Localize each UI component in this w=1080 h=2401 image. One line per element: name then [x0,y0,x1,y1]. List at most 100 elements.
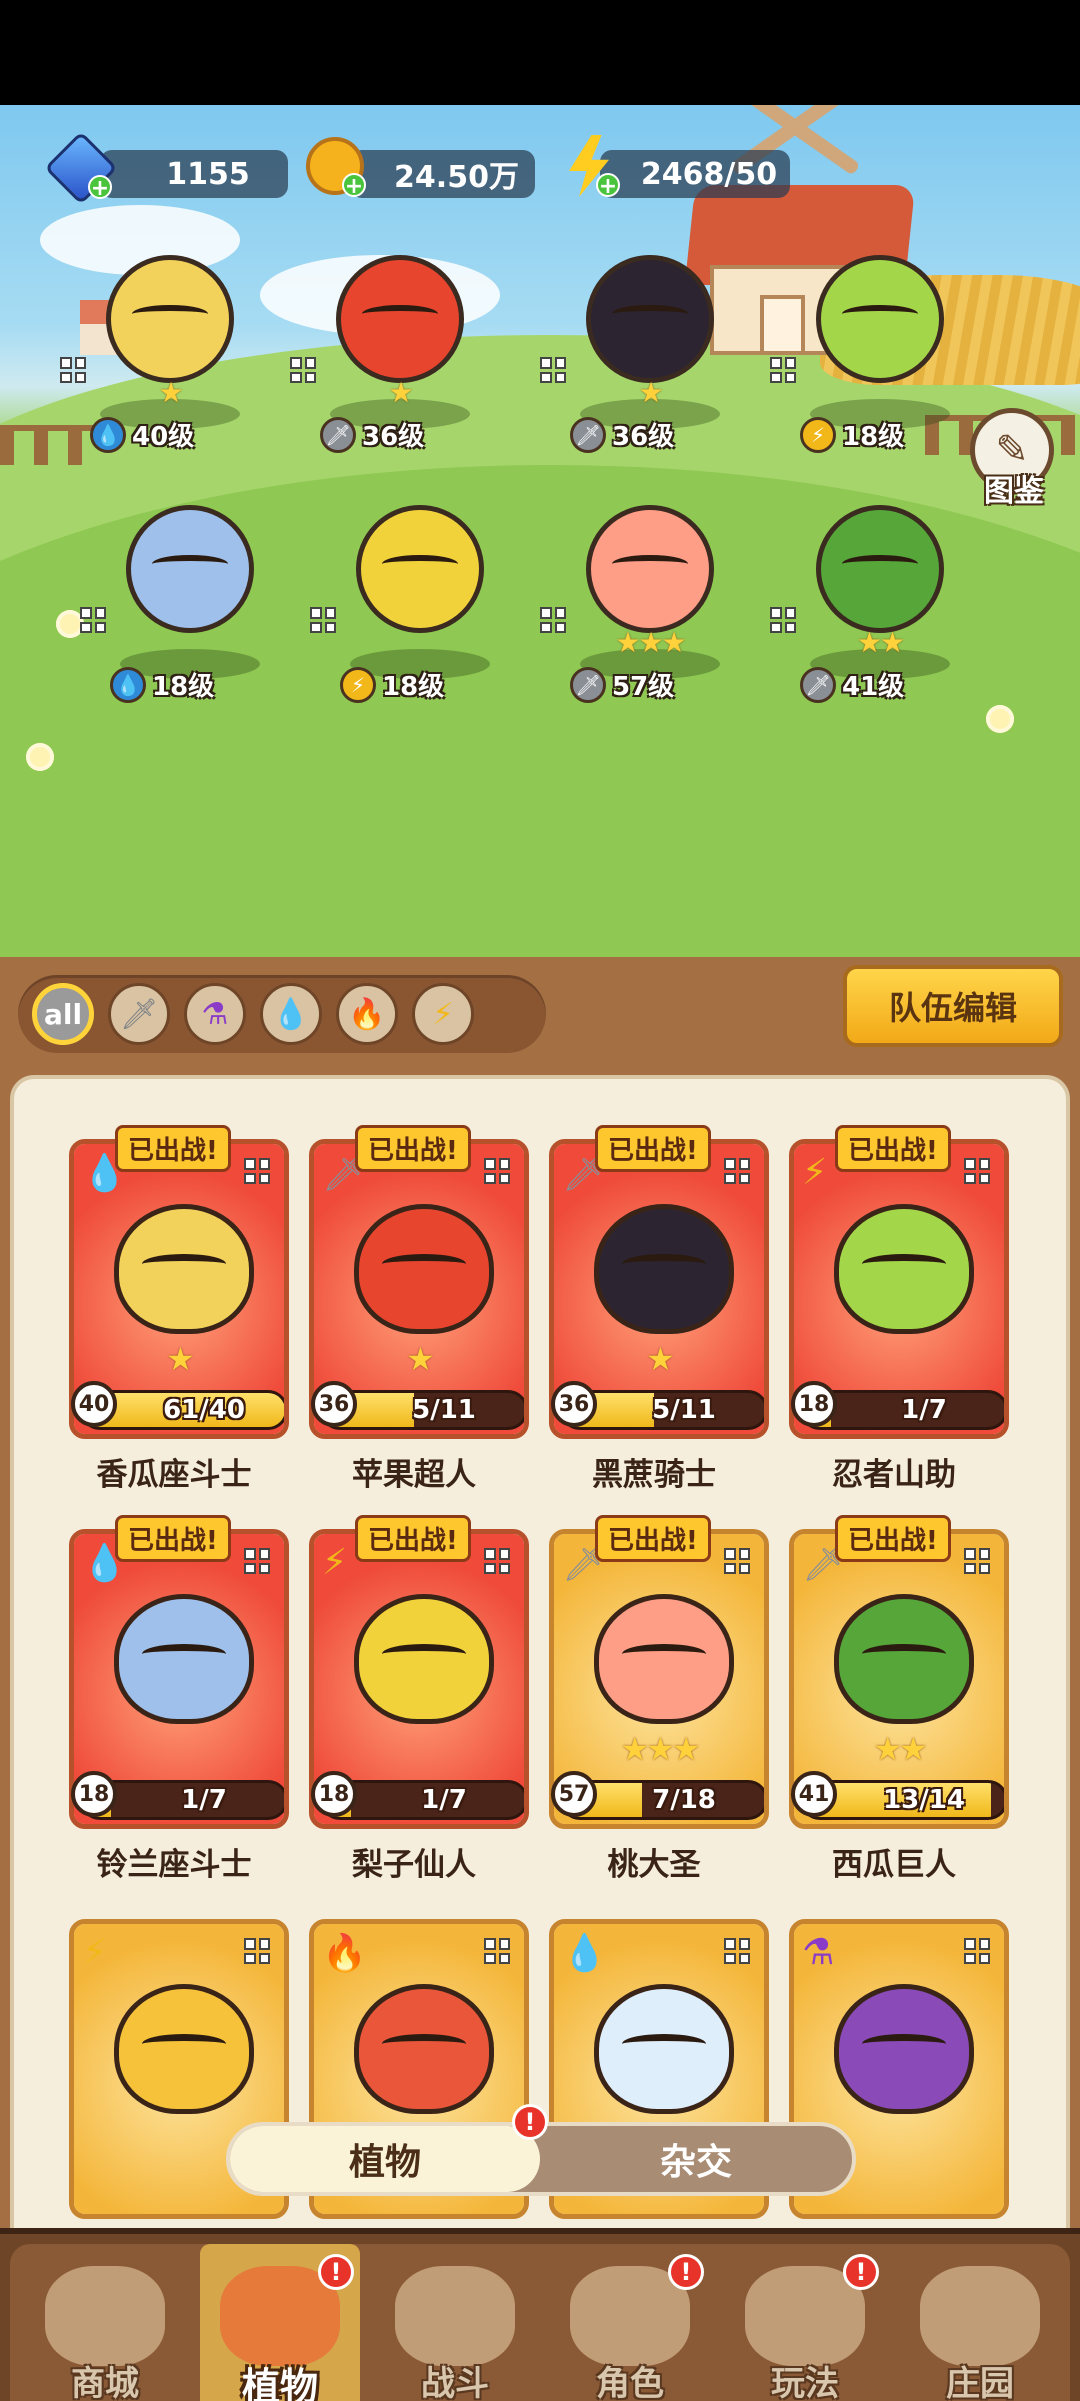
codex-label: 图鉴 [984,474,1044,509]
flower [986,705,1014,733]
star-rating: ★★★ [615,626,686,659]
grid-icon [242,1156,272,1186]
gems-counter[interactable]: 1155 [100,150,288,198]
add-coins-button[interactable]: + [302,133,368,199]
deployed-badge: 已出战! [355,1515,471,1562]
grid-icon [482,1936,512,1966]
codex-button[interactable]: ✎ 图鉴 [970,408,1060,512]
grid-icon [242,1936,272,1966]
grid-icon [242,1546,272,1576]
coins-counter[interactable]: 24.50万 [350,150,535,198]
filter-fire[interactable]: 🔥 [336,983,398,1045]
water-drop-icon: 💧 [272,996,310,1032]
nav-label: 庄园 [946,2364,1014,2401]
plant-card-grid: ★ 💧 61/40 40 已出战! 香瓜座斗士 ★ 🗡 5/11 36 已出战! 苹果超人 ★ 🗡 5/11… [10,1075,1070,2242]
lightning-icon: ⚡ [432,996,454,1032]
lineup-unit[interactable]: ★★★ 🗡 57级 [540,485,750,703]
plant-card[interactable]: ★ 🗡 5/11 36 已出战! [549,1125,769,1439]
nav-character[interactable]: 角色! [550,2244,710,2401]
deployed-badge: 已出战! [835,1125,951,1172]
lightning-icon: ⚡ [802,1152,828,1193]
exp-text: 61/40 [163,1395,245,1425]
manor-icon [920,2266,1040,2366]
flower [26,743,54,771]
filter-lightning[interactable]: ⚡ [412,983,474,1045]
grid-icon [308,605,338,635]
star-rating: ★ [166,1340,195,1378]
plant-name: 香瓜座斗士 [96,1457,252,1493]
nav-plants[interactable]: 植物! [200,2244,360,2401]
plant-card[interactable]: ⚡ 1/7 18 已出战! [309,1515,529,1829]
star-rating: ★ [158,376,183,409]
plus-icon: + [342,173,366,199]
lineup-unit[interactable]: ★ 🗡 36级 [540,235,750,453]
filter-water[interactable]: 💧 [260,983,322,1045]
nav-gameplay[interactable]: 玩法! [725,2244,885,2401]
lineup-unit[interactable]: ⚡ 18级 [310,485,520,703]
plant-card[interactable]: ★★★ 🗡 7/18 57 已出战! [549,1515,769,1829]
lineup-unit[interactable]: ★ 💧 40级 [60,235,270,453]
deployed-badge: 已出战! [115,1125,231,1172]
element-filter-bar: all 🗡 ⚗ 💧 🔥 ⚡ [18,975,546,1053]
filter-potion[interactable]: ⚗ [184,983,246,1045]
fire-icon: 🔥 [348,996,386,1032]
potion-icon: ⚗ [802,1932,835,1973]
plant-name: 桃大圣 [607,1847,701,1883]
grid-icon [722,1156,752,1186]
plant-card[interactable]: ★ 💧 61/40 40 已出战! [69,1125,289,1439]
unit-level: 36级 [362,422,425,452]
plant-card[interactable]: ★★ 🗡 13/14 41 已出战! [789,1515,1009,1829]
plant-card[interactable]: ★ 🗡 5/11 36 已出战! [309,1125,529,1439]
level-badge: 57 [551,1771,597,1817]
team-edit-button[interactable]: 队伍编辑 [843,965,1063,1047]
alert-badge: ! [318,2254,354,2290]
grid-icon [538,605,568,635]
energy-counter[interactable]: 2468/50 [600,150,790,198]
lineup-unit[interactable]: ★ 🗡 36级 [290,235,500,453]
status-bar [0,0,1080,105]
tab-hybrid[interactable]: 杂交 [540,2126,852,2192]
nav-manor[interactable]: 庄园 [900,2244,1060,2401]
exp-text: 1/7 [421,1785,467,1815]
nav-label: 玩法 [771,2364,839,2401]
deployed-badge: 已出战! [595,1515,711,1562]
plant-card[interactable]: 💧 1/7 18 已出战! [69,1515,289,1829]
grid-icon [962,1936,992,1966]
plus-icon: + [88,175,112,201]
potion-icon: ⚗ [201,996,229,1032]
water-icon: 💧 [90,416,126,453]
deployed-badge: 已出战! [115,1515,231,1562]
exp-text: 5/11 [652,1395,716,1425]
add-gems-button[interactable]: + [44,131,118,205]
tab-plants[interactable]: 植物 [230,2126,540,2192]
star-rating: ★ [638,376,663,409]
grid-icon [962,1156,992,1186]
grid-icon [538,355,568,385]
lineup-unit[interactable]: 💧 18级 [80,485,290,703]
energy-value: 2468/50 [640,156,778,192]
plant-card[interactable]: ⚡ 1/7 18 已出战! [789,1125,1009,1439]
nav-shop[interactable]: 商城 [25,2244,185,2401]
unit-level: 57级 [612,672,675,702]
battle-icon [395,2266,515,2366]
nav-label: 植物 [241,2365,318,2401]
lineup-unit[interactable]: ★★ 🗡 41级 [770,485,980,703]
lineup-scene: 1155 + 24.50万 + 2468/50 + ✎ 图鉴 ★ 💧 40级 ★ 🗡 36… [0,105,1080,957]
grid-icon [58,355,88,385]
level-badge: 18 [311,1771,357,1817]
grid-icon [768,605,798,635]
nav-battle[interactable]: 战斗 [375,2244,535,2401]
lineup-unit[interactable]: ⚡ 18级 [770,235,980,453]
unit-level: 18级 [382,672,445,702]
star-rating: ★★ [873,1730,927,1768]
filter-all[interactable]: all [32,983,94,1045]
deployed-badge: 已出战! [835,1515,951,1562]
sword-icon: 🗡 [570,416,606,453]
star-rating: ★ [388,376,413,409]
sword-icon: 🗡 [800,666,836,703]
filter-sword[interactable]: 🗡 [108,983,170,1045]
grid-icon [482,1156,512,1186]
coins-value: 24.50万 [394,160,519,195]
level-badge: 36 [551,1381,597,1427]
add-energy-button[interactable]: + [556,133,622,199]
